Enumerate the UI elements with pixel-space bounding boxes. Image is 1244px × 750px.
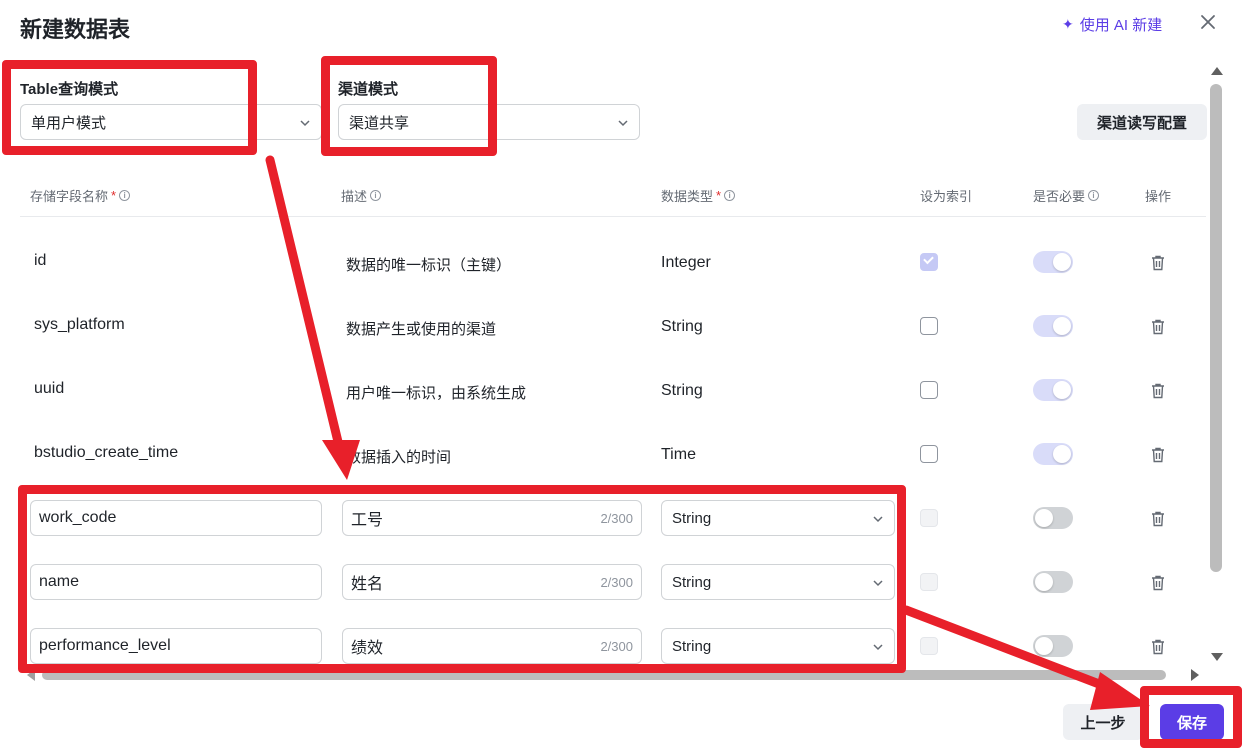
required-toggle[interactable] [1033,635,1073,657]
description-value: 绩效 [351,640,384,657]
scroll-right-arrow-icon[interactable] [1190,668,1200,682]
field-name-input[interactable]: performance_level [30,628,322,664]
trash-icon[interactable] [1151,255,1165,271]
description-input[interactable]: 工号 2/300 [342,500,642,536]
header-description-label: 描述 [341,189,368,204]
data-type-value: String [672,637,712,655]
description-cell: 数据的唯一标识（主键） [346,257,512,274]
field-name-cell: uuid [34,380,65,397]
data-type-select[interactable]: String [661,500,895,536]
description-cell: 数据产生或使用的渠道 [346,321,497,338]
char-counter: 2/300 [600,574,633,590]
index-checkbox [920,509,938,527]
field-name-input[interactable]: work_code [30,500,322,536]
required-toggle[interactable] [1033,507,1073,529]
field-name-value: performance_level [39,637,171,654]
scroll-left-arrow-icon[interactable] [26,668,36,682]
description-value: 姓名 [351,576,384,593]
description-input[interactable]: 绩效 2/300 [342,628,642,664]
header-actions: 操作 [1145,186,1171,205]
save-button[interactable]: 保存 [1160,704,1224,740]
header-is-index: 设为索引 [920,186,972,205]
ai-create-label: 使用 AI 新建 [1079,17,1163,34]
ai-create-button[interactable]: ✦ 使用 AI 新建 [1062,14,1162,35]
chevron-down-icon [873,516,883,523]
horizontal-scrollbar[interactable] [42,670,1166,680]
char-counter: 2/300 [600,638,633,654]
field-name-input[interactable]: name [30,564,322,600]
channel-config-button[interactable]: 渠道读写配置 [1077,104,1207,140]
index-checkbox [920,637,938,655]
data-type-select[interactable]: String [661,628,895,664]
index-checkbox[interactable] [920,381,938,399]
info-icon[interactable]: i [724,190,736,201]
data-type-cell: String [661,318,703,335]
field-name-cell: sys_platform [34,316,125,333]
scroll-down-arrow-icon[interactable] [1210,652,1224,662]
vertical-scrollbar[interactable] [1210,84,1222,572]
chevron-down-icon [873,580,883,587]
channel-mode-label: 渠道模式 [338,81,399,98]
header-description: 描述 i [341,186,382,205]
required-toggle[interactable] [1033,571,1073,593]
required-mark: * [716,188,722,203]
index-checkbox [920,573,938,591]
trash-icon[interactable] [1151,639,1165,655]
info-icon[interactable]: i [370,190,382,201]
index-checkbox [920,253,938,271]
data-type-value: String [672,573,712,591]
trash-icon[interactable] [1151,383,1165,399]
header-field-name: 存储字段名称 * i [30,186,131,205]
trash-icon[interactable] [1151,447,1165,463]
close-icon[interactable] [1198,12,1218,32]
trash-icon[interactable] [1151,319,1165,335]
trash-icon[interactable] [1151,575,1165,591]
description-cell: 数据插入的时间 [346,449,452,466]
data-type-cell: Time [661,446,696,463]
index-checkbox[interactable] [920,445,938,463]
data-type-select[interactable]: String [661,564,895,600]
description-input[interactable]: 姓名 2/300 [342,564,642,600]
header-required-label: 是否必要 [1033,189,1086,204]
header-actions-label: 操作 [1145,189,1172,204]
info-icon[interactable]: i [119,190,131,201]
chevron-down-icon [618,120,628,127]
channel-mode-value: 渠道共享 [349,114,410,132]
required-toggle [1033,443,1073,465]
header-divider [20,216,1206,217]
chevron-down-icon [300,120,310,127]
description-cell: 用户唯一标识，由系统生成 [346,385,527,402]
field-name-cell: bstudio_create_time [34,444,179,461]
required-mark: * [111,188,117,203]
query-mode-select[interactable]: 单用户模式 [20,104,322,140]
required-toggle [1033,315,1073,337]
data-type-cell: String [661,382,703,399]
data-type-value: String [672,509,712,527]
chevron-down-icon [873,644,883,651]
header-is-index-label: 设为索引 [920,189,973,204]
channel-mode-select[interactable]: 渠道共享 [338,104,640,140]
header-data-type-label: 数据类型 [661,189,714,204]
description-value: 工号 [351,512,384,529]
field-name-value: work_code [39,509,117,526]
scroll-up-arrow-icon[interactable] [1210,66,1224,76]
trash-icon[interactable] [1151,511,1165,527]
sparkle-icon: ✦ [1062,16,1074,32]
query-mode-label: Table查询模式 [20,81,119,98]
field-name-cell: id [34,252,47,269]
annotation-arrow-down [265,155,345,455]
required-toggle [1033,379,1073,401]
index-checkbox[interactable] [920,317,938,335]
header-field-name-label: 存储字段名称 [30,189,109,204]
required-toggle [1033,251,1073,273]
char-counter: 2/300 [600,510,633,526]
header-required: 是否必要 i [1033,186,1100,205]
query-mode-value: 单用户模式 [31,114,107,132]
dialog-title: 新建数据表 [20,17,131,42]
info-icon[interactable]: i [1088,190,1100,201]
field-name-value: name [39,573,80,590]
previous-step-button[interactable]: 上一步 [1063,704,1143,740]
data-type-cell: Integer [661,254,711,271]
header-data-type: 数据类型 * i [661,186,736,205]
